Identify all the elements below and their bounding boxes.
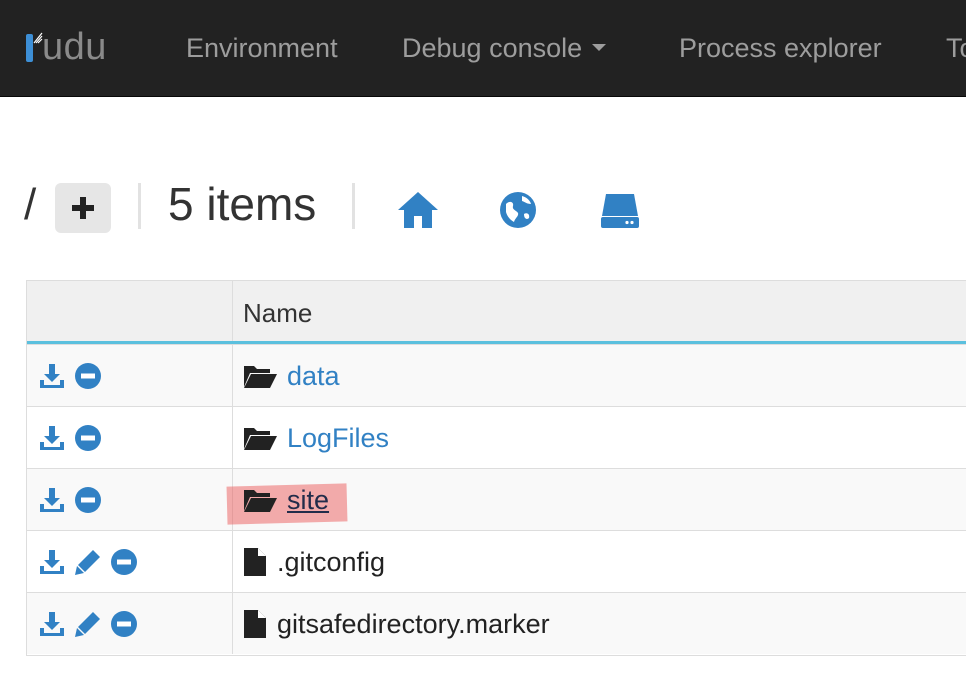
name-cell: LogFiles	[243, 420, 389, 456]
download-icon[interactable]	[37, 609, 67, 639]
row-actions	[37, 545, 139, 579]
items-count: 5 items	[168, 178, 317, 230]
row-actions	[37, 359, 103, 393]
column-header-name[interactable]: Name	[243, 297, 312, 329]
path-root[interactable]: /	[24, 180, 36, 230]
globe-icon[interactable]	[496, 188, 540, 232]
nav-environment[interactable]: Environment	[186, 28, 338, 68]
nav-debug-console[interactable]: Debug console	[402, 28, 607, 68]
file-name[interactable]: .gitconfig	[277, 545, 385, 579]
toolbar-divider	[138, 183, 141, 229]
add-button[interactable]	[55, 183, 111, 233]
delete-icon[interactable]	[73, 361, 103, 391]
file-name[interactable]: gitsafedirectory.marker	[277, 607, 550, 641]
home-icon[interactable]	[396, 188, 440, 232]
download-icon[interactable]	[37, 547, 67, 577]
row-actions	[37, 421, 103, 455]
table-row: gitsafedirectory.marker	[27, 592, 966, 654]
folder-open-icon	[244, 428, 277, 450]
delete-icon[interactable]	[73, 485, 103, 515]
pencil-icon[interactable]	[73, 547, 103, 577]
table-row: LogFiles	[27, 406, 966, 468]
folder-open-icon	[244, 366, 277, 388]
brand-text: udu	[42, 26, 107, 68]
row-actions	[37, 607, 139, 641]
name-cell: gitsafedirectory.marker	[243, 606, 550, 642]
table-row: data	[27, 344, 966, 406]
file-icon	[244, 548, 266, 576]
folder-link[interactable]: LogFiles	[287, 421, 389, 455]
table-row: site	[27, 468, 966, 530]
plus-icon	[72, 197, 94, 219]
nav-tools[interactable]: To	[946, 28, 966, 68]
delete-icon[interactable]	[109, 609, 139, 639]
caret-down-icon	[592, 44, 607, 52]
name-cell: site	[243, 482, 329, 518]
name-cell: data	[243, 358, 340, 394]
file-icon	[244, 610, 266, 638]
file-table: Name data LogFiles site .gitconfig gitsa…	[26, 280, 966, 656]
name-cell: .gitconfig	[243, 544, 385, 580]
kudu-logo-mark	[26, 30, 43, 64]
table-row: .gitconfig	[27, 530, 966, 592]
kudu-logo[interactable]: udu	[26, 24, 107, 70]
nav-process-explorer[interactable]: Process explorer	[679, 28, 882, 68]
top-navbar: udu Environment Debug console Process ex…	[0, 0, 966, 97]
table-header: Name	[27, 281, 966, 344]
toolbar-divider	[352, 183, 355, 229]
row-actions	[37, 483, 103, 517]
pencil-icon[interactable]	[73, 609, 103, 639]
download-icon[interactable]	[37, 423, 67, 453]
download-icon[interactable]	[37, 485, 67, 515]
folder-link[interactable]: site	[287, 483, 329, 517]
nav-debug-console-label: Debug console	[402, 33, 583, 63]
download-icon[interactable]	[37, 361, 67, 391]
drive-icon[interactable]	[598, 188, 642, 232]
delete-icon[interactable]	[73, 423, 103, 453]
delete-icon[interactable]	[109, 547, 139, 577]
folder-link[interactable]: data	[287, 359, 340, 393]
folder-open-icon	[244, 490, 277, 512]
